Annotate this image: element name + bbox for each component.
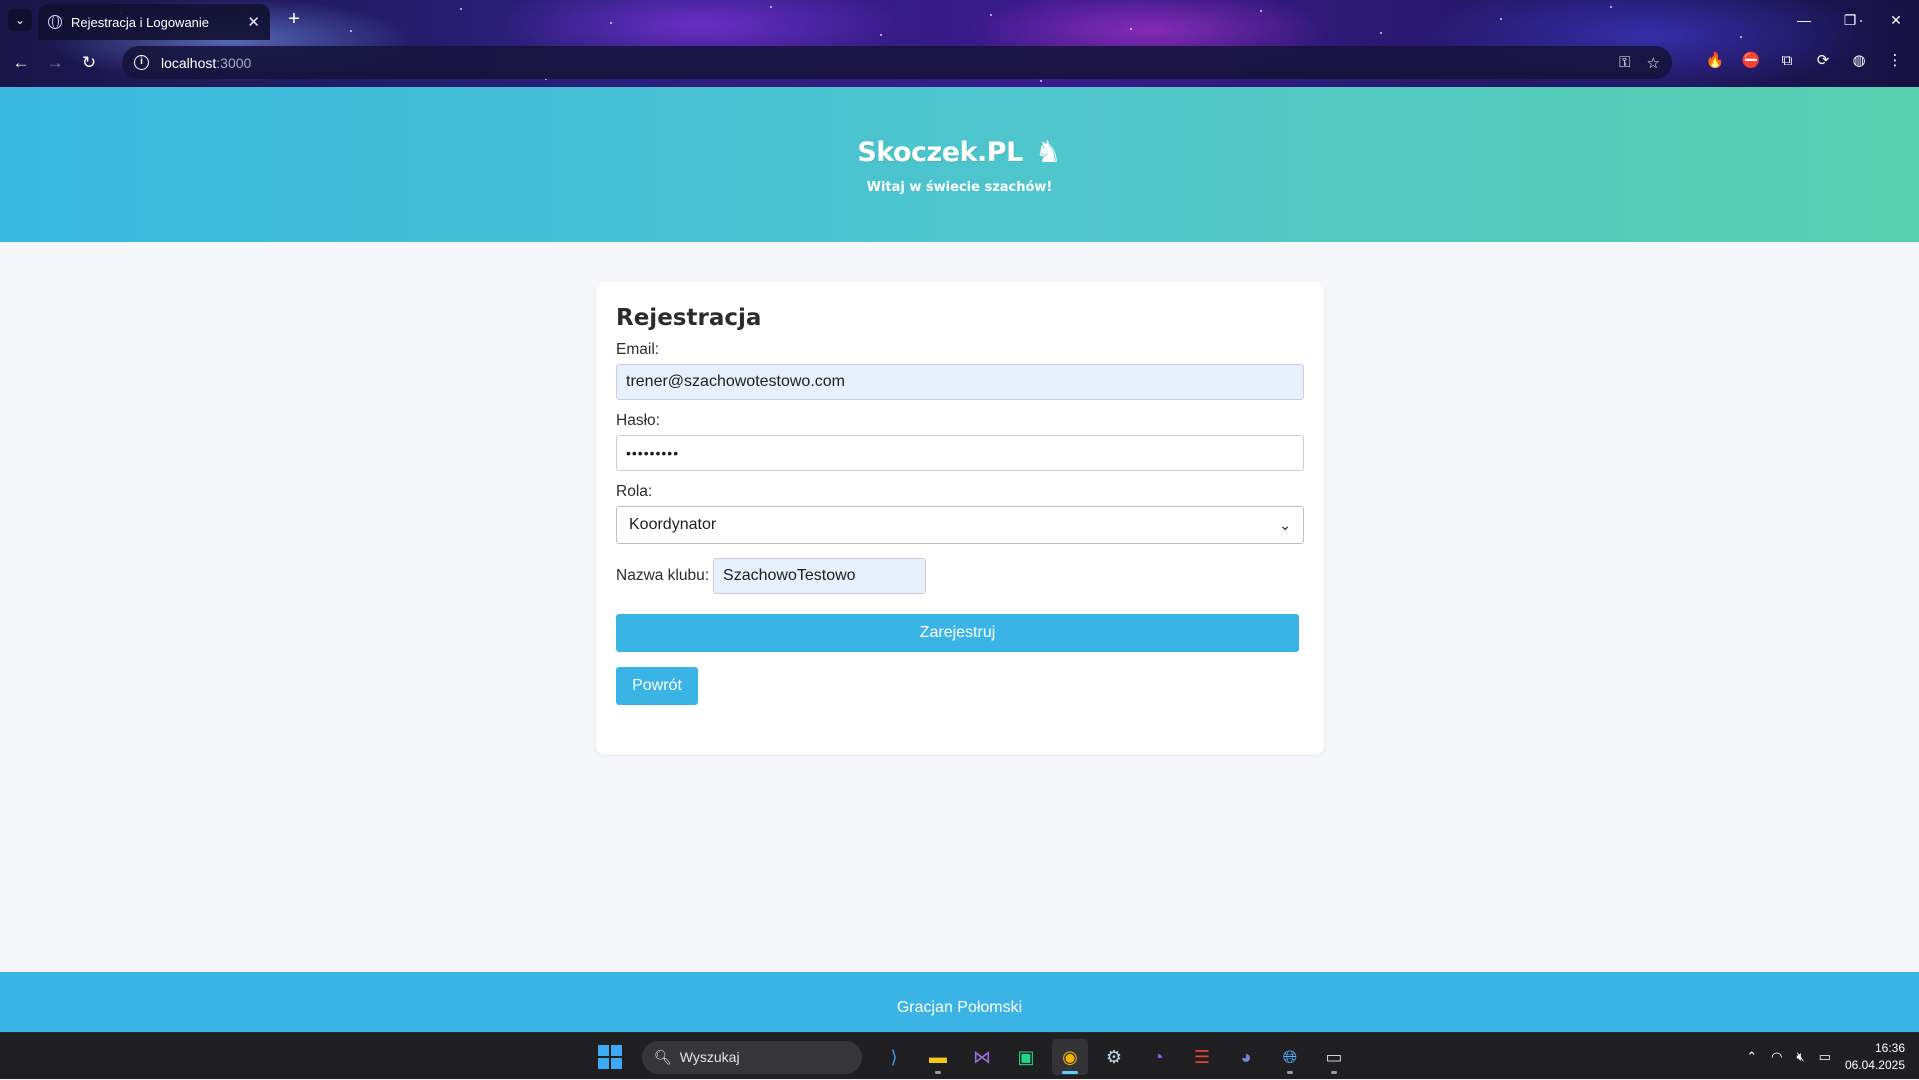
pycharm-icon[interactable]: ▣: [1008, 1039, 1044, 1075]
club-name-field[interactable]: SzachowoTestowo: [713, 558, 927, 594]
steam-icon[interactable]: ⚙: [1096, 1039, 1132, 1075]
password-label: Hasło:: [616, 412, 660, 429]
role-selected-value: Koordynator: [629, 516, 717, 533]
close-window-icon[interactable]: ✕: [1873, 0, 1919, 40]
windows-start-icon[interactable]: [592, 1039, 628, 1075]
footer-author: Gracjan Połomski: [896, 999, 1023, 1016]
visual-studio-icon[interactable]: ⋈: [964, 1039, 1000, 1075]
taskbar-search[interactable]: 🔍︎ Wyszukaj: [642, 1040, 862, 1074]
system-tray: ⌃ ◠ 🔇︎ ▭ 16:36 06.04.2025: [1746, 1033, 1919, 1080]
role-label: Rola:: [616, 483, 653, 500]
chevron-down-icon: ⌄: [1279, 516, 1291, 533]
extension-block-icon[interactable]: ⛔: [1739, 48, 1763, 72]
taskbar: 🔍︎ Wyszukaj ⟩ ▬ ⋈ ▣ ◉ ⚙ ◔ ☰ ◕ 🌐︎ ▭ ⌃ ◠ 🔇…: [0, 1032, 1919, 1079]
back-button[interactable]: Powrót: [616, 667, 698, 705]
browser-tab-active[interactable]: Rejestracja i Logowanie ✕: [38, 4, 270, 40]
tab-search-dropdown[interactable]: ⌄: [8, 9, 32, 31]
discord-icon[interactable]: ◕: [1228, 1039, 1264, 1075]
clock-date: 06.04.2025: [1844, 1057, 1905, 1072]
file-explorer-icon[interactable]: ▬: [920, 1039, 956, 1075]
page: Skoczek.PL ♞ Witaj w świecie szachów! Re…: [0, 87, 1919, 1032]
url-port: :3000: [216, 54, 252, 71]
extension-fire-icon[interactable]: 🔥: [1703, 48, 1727, 72]
chrome-icon[interactable]: ◉: [1052, 1039, 1088, 1075]
register-button[interactable]: Zarejestruj: [616, 614, 1299, 652]
messenger-icon[interactable]: ◔: [1140, 1039, 1176, 1075]
close-tab-icon[interactable]: ✕: [247, 13, 260, 31]
vscode-icon[interactable]: ⟩: [876, 1039, 912, 1075]
forward-arrow-icon[interactable]: →: [38, 46, 72, 80]
menu-kebab-icon[interactable]: ⋮: [1883, 48, 1907, 72]
clock-time: 16:36: [1874, 1040, 1905, 1055]
address-bar[interactable]: i localhost :3000 ⚿ ☆: [122, 46, 1672, 79]
club-row: Nazwa klubu: SzachowoTestowo: [616, 558, 1304, 594]
wifi-icon[interactable]: ◠: [1771, 1049, 1782, 1065]
registration-card: Rejestracja Email: trener@szachowotestow…: [596, 282, 1324, 754]
volume-muted-icon[interactable]: 🔇︎: [1796, 1049, 1804, 1065]
new-tab-button[interactable]: +: [282, 8, 306, 32]
bookmark-star-icon[interactable]: ☆: [1647, 54, 1660, 72]
restore-icon[interactable]: ❐: [1827, 0, 1873, 40]
sync-icon[interactable]: ⟳: [1811, 48, 1835, 72]
chevron-up-icon[interactable]: ⌃: [1746, 1049, 1757, 1065]
battery-icon[interactable]: ▭: [1819, 1049, 1831, 1065]
email-label: Email:: [616, 341, 660, 358]
site-footer: Gracjan Połomski: [0, 972, 1919, 1032]
password-field[interactable]: •••••••••: [616, 435, 1304, 471]
clock[interactable]: 16:36 06.04.2025: [1845, 1040, 1905, 1074]
email-field[interactable]: trener@szachowotestowo.com: [616, 364, 1304, 400]
site-header: Skoczek.PL ♞ Witaj w świecie szachów!: [0, 87, 1919, 242]
site-info-icon[interactable]: i: [134, 55, 149, 70]
club-label: Nazwa klubu:: [616, 567, 710, 584]
chess-knight-icon: ♞: [1034, 135, 1062, 169]
browser-chrome: ⌄ Rejestracja i Logowanie ✕ + — ❐ ✕ ← → …: [0, 0, 1919, 87]
role-select[interactable]: Koordynator ⌄: [616, 506, 1304, 544]
site-logo: Skoczek.PL: [857, 137, 1023, 168]
url-host: localhost: [161, 54, 217, 71]
globe-icon: [48, 15, 62, 29]
terminal-icon[interactable]: ▭: [1316, 1039, 1352, 1075]
profile-avatar-icon[interactable]: ◍: [1847, 48, 1871, 72]
extensions-puzzle-icon[interactable]: ⧉: [1775, 48, 1799, 72]
reload-icon[interactable]: ↻: [72, 46, 106, 80]
todoist-icon[interactable]: ☰: [1184, 1039, 1220, 1075]
back-arrow-icon[interactable]: ←: [4, 46, 38, 80]
minimize-icon[interactable]: —: [1781, 0, 1827, 40]
search-icon: 🔍︎: [654, 1048, 672, 1065]
window-controls: — ❐ ✕: [1781, 0, 1919, 40]
tab-title: Rejestracja i Logowanie: [71, 14, 210, 30]
globe-app-icon[interactable]: 🌐︎: [1272, 1039, 1308, 1075]
site-tagline: Witaj w świecie szachów!: [866, 180, 1053, 195]
browser-toolbar: ← → ↻ i localhost :3000 ⚿ ☆ 🔥 ⛔ ⧉ ⟳ ◍ ⋮: [0, 44, 1919, 82]
form-title: Rejestracja: [616, 305, 762, 331]
taskbar-search-placeholder: Wyszukaj: [679, 1049, 740, 1065]
password-key-icon[interactable]: ⚿: [1619, 54, 1630, 72]
